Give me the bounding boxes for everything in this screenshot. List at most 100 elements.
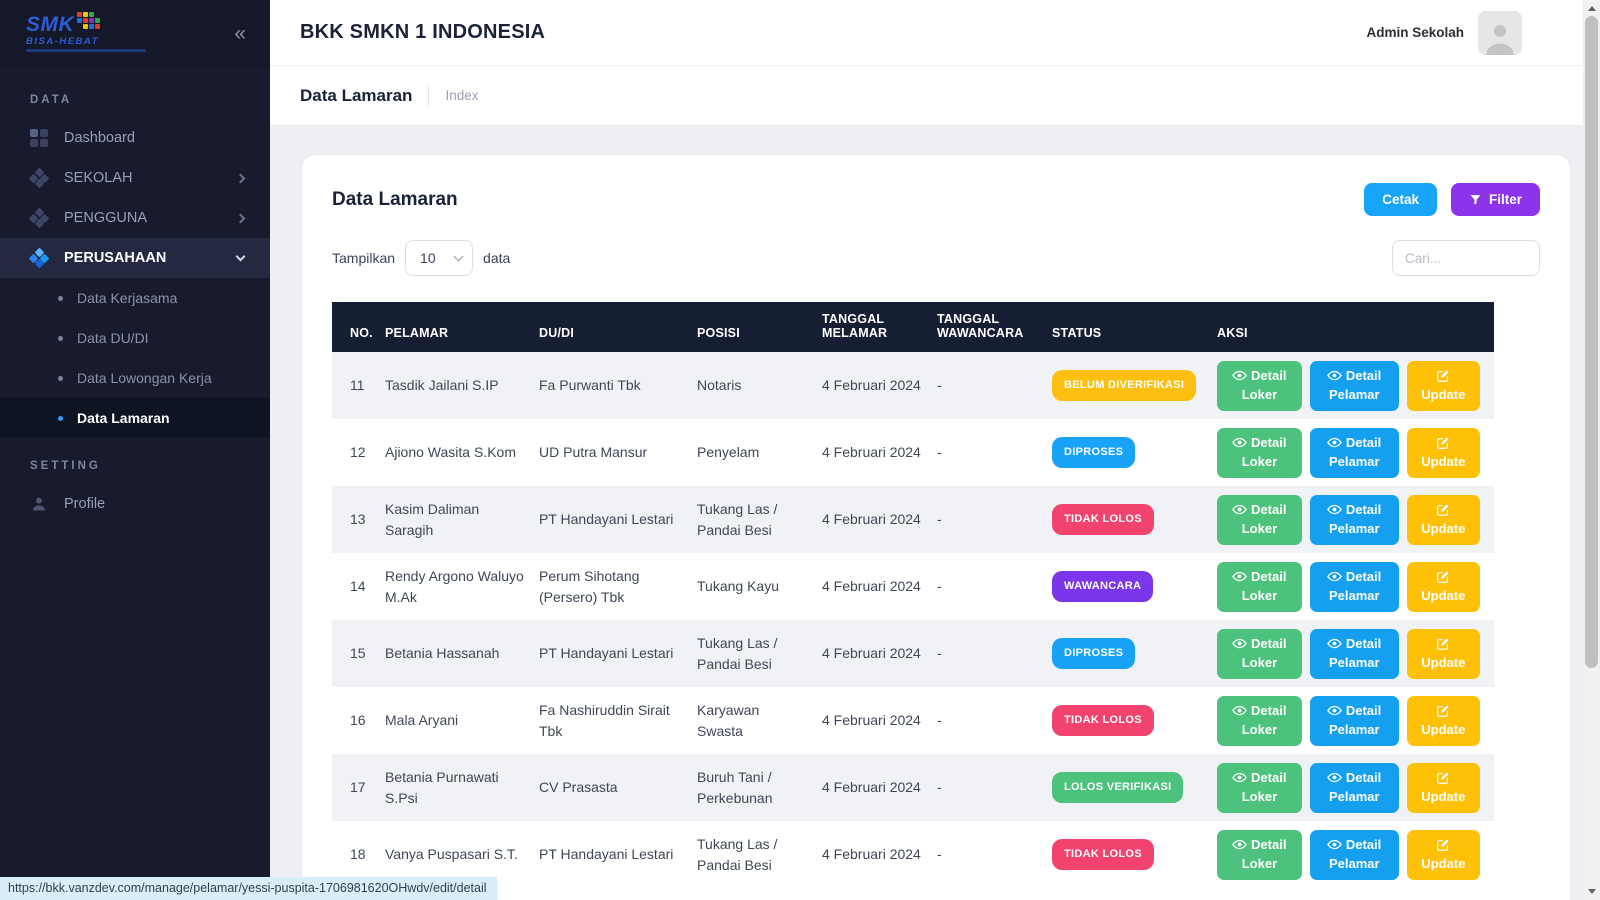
page-size-select[interactable]: 10 [405,240,473,276]
detail-loker-button[interactable]: Detail Loker [1217,428,1302,478]
cell-status: TIDAK LOLOS [1052,486,1217,553]
status-badge: DIPROSES [1052,437,1135,468]
eye-icon [1327,837,1342,852]
cell-dudi: PT Handayani Lestari [539,486,697,553]
cell-pelamar: Betania Hassanah [385,620,539,687]
chevron-down-icon [454,252,464,262]
eye-icon [1232,837,1247,852]
update-button[interactable]: Update [1407,696,1480,746]
update-button[interactable]: Update [1407,629,1480,679]
status-badge: LOLOS VERIFIKASI [1052,772,1183,803]
scrollbar-down-arrow-icon[interactable] [1588,889,1596,894]
table-body: 11Tasdik Jailani S.IPFa Purwanti TbkNota… [332,352,1494,888]
cell-tanggal-melamar: 4 Februari 2024 [822,486,937,553]
cell-pelamar: Mala Aryani [385,687,539,754]
app-title: BKK SMKN 1 INDONESIA [300,21,545,44]
bullet-icon [58,296,63,301]
cell-tanggal-wawancara: - [937,352,1052,419]
cell-tanggal-melamar: 4 Februari 2024 [822,419,937,486]
cell-no: 17 [332,754,385,821]
sidebar-item-data-lamaran[interactable]: Data Lamaran [0,398,270,438]
cetak-button[interactable]: Cetak [1364,183,1437,216]
detail-loker-button[interactable]: Detail Loker [1217,763,1302,813]
scrollbar-up-arrow-icon[interactable] [1588,6,1596,11]
cell-aksi: Detail Loker Detail Pelamar Update [1217,687,1494,754]
detail-pelamar-button[interactable]: Detail Pelamar [1310,696,1399,746]
update-button[interactable]: Update [1407,428,1480,478]
detail-pelamar-button[interactable]: Detail Pelamar [1310,495,1399,545]
cell-dudi: Fa Purwanti Tbk [539,352,697,419]
user-menu[interactable]: Admin Sekolah [1366,11,1522,55]
sidebar-item-sekolah[interactable]: SEKOLAH [0,158,270,198]
detail-pelamar-button[interactable]: Detail Pelamar [1310,763,1399,813]
cell-posisi: Tukang Las / Pandai Besi [697,821,822,888]
status-badge: DIPROSES [1052,638,1135,669]
search-input[interactable] [1392,240,1540,276]
chevron-right-icon [236,174,246,184]
table-row: 17Betania Purnawati S.PsiCV PrasastaBuru… [332,754,1494,821]
cell-dudi: PT Handayani Lestari [539,620,697,687]
dashboard-grid-icon [30,129,48,147]
eye-icon [1232,770,1247,785]
diamond-icon [30,169,48,187]
scrollbar-thumb[interactable] [1585,16,1598,668]
detail-pelamar-button[interactable]: Detail Pelamar [1310,562,1399,612]
detail-loker-button[interactable]: Detail Loker [1217,361,1302,411]
detail-loker-button[interactable]: Detail Loker [1217,696,1302,746]
eye-icon [1232,502,1247,517]
cell-status: WAWANCARA [1052,553,1217,620]
eye-icon [1232,636,1247,651]
update-button[interactable]: Update [1407,495,1480,545]
filter-button[interactable]: Filter [1451,183,1540,216]
sidebar-section-setting: SETTING [0,438,270,484]
cell-status: TIDAK LOLOS [1052,821,1217,888]
update-button[interactable]: Update [1407,562,1480,612]
cell-pelamar: Tasdik Jailani S.IP [385,352,539,419]
logo-text: SMK [26,14,74,35]
logo-subtext: BISA-HEBAT [26,37,146,47]
update-button[interactable]: Update [1407,830,1480,880]
status-badge: WAWANCARA [1052,571,1153,602]
cell-tanggal-melamar: 4 Februari 2024 [822,553,937,620]
sidebar-item-profile[interactable]: Profile [0,484,270,524]
detail-loker-button[interactable]: Detail Loker [1217,629,1302,679]
cell-tanggal-wawancara: - [937,486,1052,553]
detail-pelamar-button[interactable]: Detail Pelamar [1310,830,1399,880]
data-table: NO. PELAMAR DU/DI POSISI TANGGAL MELAMAR… [332,302,1494,888]
detail-pelamar-button[interactable]: Detail Pelamar [1310,428,1399,478]
status-badge: BELUM DIVERIFIKASI [1052,370,1196,401]
update-button[interactable]: Update [1407,361,1480,411]
col-pelamar: PELAMAR [385,302,539,352]
sidebar-collapse-icon[interactable]: « [234,23,246,44]
sidebar-item-perusahaan[interactable]: PERUSAHAAN [0,238,270,278]
detail-loker-button[interactable]: Detail Loker [1217,495,1302,545]
cell-tanggal-wawancara: - [937,419,1052,486]
avatar[interactable] [1478,11,1522,55]
detail-pelamar-button[interactable]: Detail Pelamar [1310,361,1399,411]
user-name: Admin Sekolah [1366,25,1464,40]
cell-no: 13 [332,486,385,553]
update-button[interactable]: Update [1407,763,1480,813]
sidebar-item-data-lowongan-kerja[interactable]: Data Lowongan Kerja [0,358,270,398]
edit-icon [1436,369,1450,383]
detail-pelamar-button[interactable]: Detail Pelamar [1310,629,1399,679]
cell-tanggal-melamar: 4 Februari 2024 [822,620,937,687]
col-posisi: POSISI [697,302,822,352]
breadcrumb: Data Lamaran Index [270,66,1600,125]
topbar: BKK SMKN 1 INDONESIA Admin Sekolah [270,0,1600,66]
cell-aksi: Detail Loker Detail Pelamar Update [1217,754,1494,821]
sidebar-item-pengguna[interactable]: PENGGUNA [0,198,270,238]
sidebar-item-data-dudi[interactable]: Data DU/DI [0,318,270,358]
logo-tagline [26,49,146,52]
table-row: 18Vanya Puspasari S.T.PT Handayani Lesta… [332,821,1494,888]
cell-pelamar: Betania Purnawati S.Psi [385,754,539,821]
sidebar-item-dashboard[interactable]: Dashboard [0,118,270,158]
chevron-down-icon [236,252,246,262]
cell-status: BELUM DIVERIFIKASI [1052,352,1217,419]
vertical-scrollbar[interactable] [1583,0,1600,900]
detail-loker-button[interactable]: Detail Loker [1217,562,1302,612]
table-header-row: NO. PELAMAR DU/DI POSISI TANGGAL MELAMAR… [332,302,1494,352]
person-icon [30,495,48,513]
sidebar-item-data-kerjasama[interactable]: Data Kerjasama [0,278,270,318]
detail-loker-button[interactable]: Detail Loker [1217,830,1302,880]
